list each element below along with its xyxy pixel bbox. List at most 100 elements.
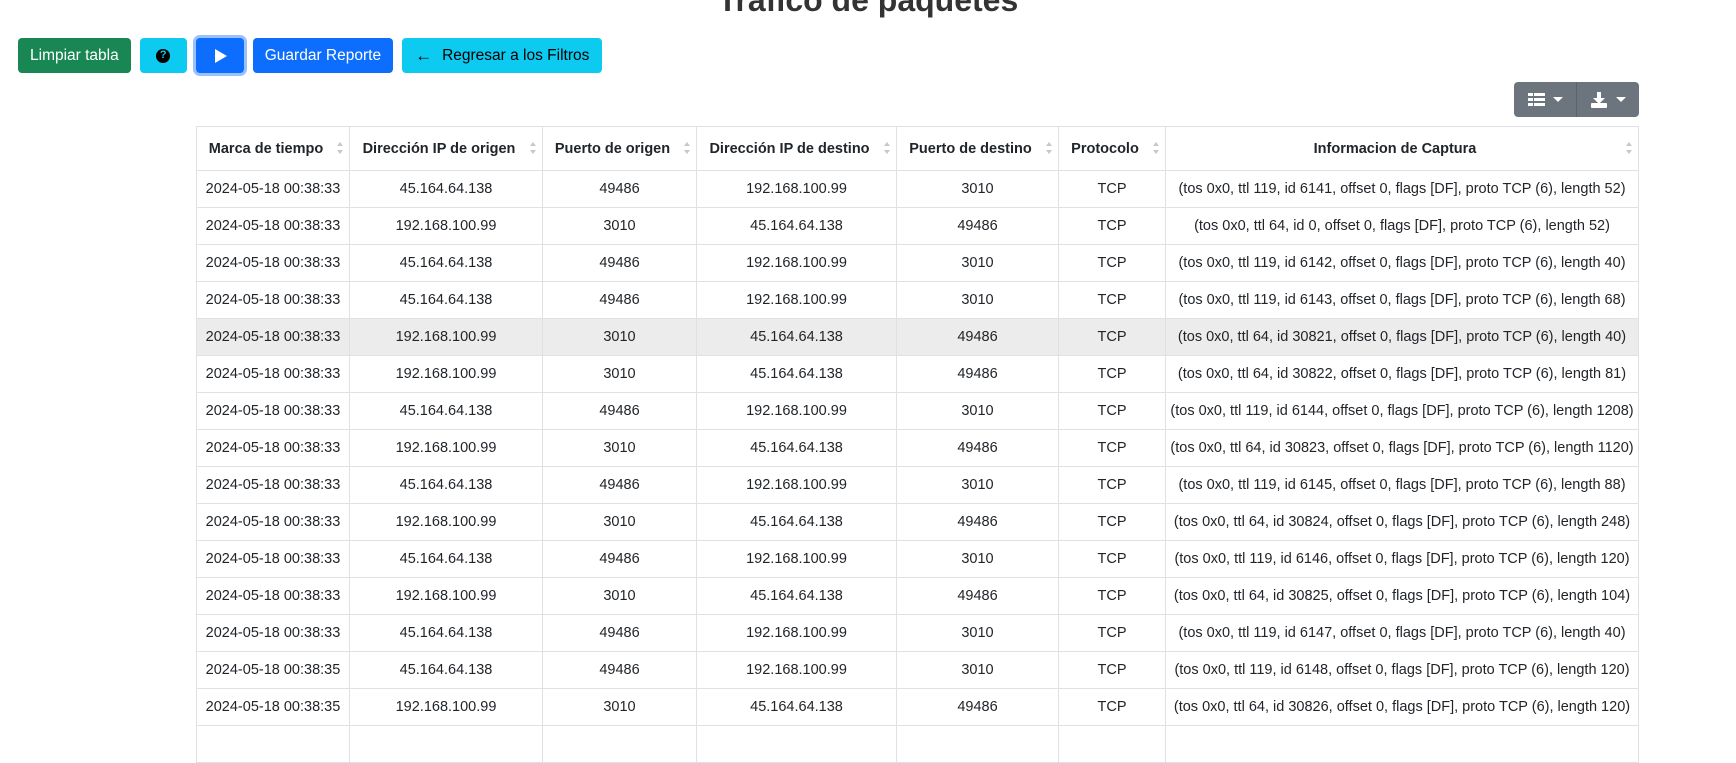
table-row[interactable]: 2024-05-18 00:38:33 192.168.100.99 3010 45.… — [196, 503, 1639, 541]
column-header[interactable]: Protocolo — [1058, 126, 1166, 171]
table-row[interactable]: 2024-05-18 00:38:33 45.164.64.138 49486 192… — [196, 244, 1639, 282]
clear-table-label: Limpiar tabla — [30, 46, 119, 64]
table-cell: (tos 0x0, ttl 119, id 6146, offset 0, fl… — [1165, 540, 1639, 578]
table-cell: 3010 — [542, 207, 697, 245]
table-cell: (tos 0x0, ttl 64, id 0, offset 0, flags … — [1165, 207, 1639, 245]
table-row[interactable]: 2024-05-18 00:38:33 192.168.100.99 3010 45.… — [196, 355, 1639, 393]
table-cell: 49486 — [542, 244, 697, 282]
table-row[interactable]: 2024-05-18 00:38:33 45.164.64.138 49486 192… — [196, 392, 1639, 430]
column-header-label: Marca de tiempo — [208, 140, 324, 157]
table-row[interactable]: 2024-05-18 00:38:33 45.164.64.138 49486 192… — [196, 614, 1639, 652]
table-cell: TCP — [1058, 355, 1166, 393]
table-cell: 192.168.100.99 — [349, 688, 543, 726]
table-cell: TCP — [1058, 207, 1166, 245]
table-cell: (tos 0x0, ttl 119, id 6144, offset 0, fl… — [1165, 392, 1639, 430]
table-cell: 45.164.64.138 — [349, 540, 543, 578]
table-cell: 49486 — [896, 577, 1059, 615]
table-cell: 49486 — [896, 355, 1059, 393]
table-cell: 2024-05-18 00:38:33 — [196, 466, 350, 504]
table-cell: TCP — [1058, 540, 1166, 578]
table-cell: (tos 0x0, ttl 64, id 30822, offset 0, fl… — [1165, 355, 1639, 393]
table-cell: 49486 — [542, 540, 697, 578]
table-cell: 2024-05-18 00:38:35 — [196, 688, 350, 726]
table-cell: (tos 0x0, ttl 64, id 30826, offset 0, fl… — [1165, 688, 1639, 726]
sort-icon — [1626, 142, 1632, 154]
table-cell: 45.164.64.138 — [349, 614, 543, 652]
table-row[interactable]: 2024-05-18 00:38:33 192.168.100.99 3010 45.… — [196, 429, 1639, 467]
table-cell: 45.164.64.138 — [696, 318, 897, 356]
sort-icon — [1153, 142, 1159, 154]
table-cell: 3010 — [542, 688, 697, 726]
table-cell: 49486 — [896, 207, 1059, 245]
help-button[interactable]: ? — [139, 38, 187, 73]
table-row[interactable]: 2024-05-18 00:38:33 192.168.100.99 3010 45.… — [196, 318, 1639, 356]
table-cell: 2024-05-18 00:38:33 — [196, 355, 350, 393]
table-cell — [349, 725, 543, 763]
table-header-row: Marca de tiempo Dirección IP de origen Pue… — [196, 126, 1639, 171]
column-header[interactable]: Dirección IP de origen — [349, 126, 543, 171]
table-cell: 2024-05-18 00:38:33 — [196, 577, 350, 615]
table-cell: 49486 — [542, 392, 697, 430]
table-cell: 49486 — [896, 429, 1059, 467]
table-cell: 45.164.64.138 — [349, 651, 543, 689]
table-cell: 3010 — [896, 281, 1059, 319]
table-cell — [896, 725, 1059, 763]
table-row[interactable] — [196, 725, 1639, 763]
clear-table-button[interactable]: Limpiar tabla — [18, 38, 131, 73]
table-cell: TCP — [1058, 503, 1166, 541]
table-cell: (tos 0x0, ttl 119, id 6141, offset 0, fl… — [1165, 170, 1639, 208]
table-cell: 2024-05-18 00:38:33 — [196, 429, 350, 467]
save-report-button[interactable]: Guardar Reporte — [252, 38, 394, 73]
table-cell: 3010 — [896, 651, 1059, 689]
table-cell: 49486 — [542, 281, 697, 319]
play-button[interactable] — [195, 38, 244, 73]
columns-dropdown-button[interactable] — [1514, 82, 1576, 117]
table-row[interactable]: 2024-05-18 00:38:33 45.164.64.138 49486 192… — [196, 540, 1639, 578]
column-header-label: Protocolo — [1071, 140, 1139, 157]
back-to-filters-label: Regresar a los Filtros — [442, 46, 590, 64]
chevron-down-icon — [1552, 97, 1563, 102]
table-row[interactable]: 2024-05-18 00:38:33 192.168.100.99 3010 45.… — [196, 207, 1639, 245]
table-body: 2024-05-18 00:38:33 45.164.64.138 49486 192… — [196, 170, 1639, 763]
chevron-down-icon — [1615, 97, 1626, 102]
table-cell: 3010 — [896, 244, 1059, 282]
table-cell: 2024-05-18 00:38:33 — [196, 318, 350, 356]
table-row[interactable]: 2024-05-18 00:38:35 45.164.64.138 49486 192… — [196, 651, 1639, 689]
table-cell: TCP — [1058, 170, 1166, 208]
back-to-filters-button[interactable]: ← Regresar a los Filtros — [402, 38, 603, 73]
table-row[interactable]: 2024-05-18 00:38:35 192.168.100.99 3010 45.… — [196, 688, 1639, 726]
table-cell — [696, 725, 897, 763]
play-icon — [214, 48, 227, 63]
column-header[interactable]: Informacion de Captura — [1165, 126, 1639, 171]
table-cell: 49486 — [542, 651, 697, 689]
table-cell — [196, 725, 350, 763]
table-cell: 192.168.100.99 — [696, 466, 897, 504]
column-header[interactable]: Dirección IP de destino — [696, 126, 897, 171]
table-cell: 192.168.100.99 — [696, 540, 897, 578]
sort-icon — [684, 142, 690, 154]
table-cell: 192.168.100.99 — [696, 614, 897, 652]
export-dropdown-button[interactable] — [1576, 82, 1639, 117]
save-report-label: Guardar Reporte — [264, 46, 382, 64]
sort-icon — [530, 142, 536, 154]
column-header[interactable]: Puerto de origen — [542, 126, 697, 171]
table-row[interactable]: 2024-05-18 00:38:33 192.168.100.99 3010 45.… — [196, 577, 1639, 615]
table-cell: 2024-05-18 00:38:33 — [196, 281, 350, 319]
table-cell: 3010 — [896, 466, 1059, 504]
column-header-label: Puerto de origen — [554, 140, 671, 157]
column-header[interactable]: Marca de tiempo — [196, 126, 350, 171]
table-cell: 192.168.100.99 — [349, 318, 543, 356]
sort-icon — [884, 142, 890, 154]
table-cell: TCP — [1058, 688, 1166, 726]
table-row[interactable]: 2024-05-18 00:38:33 45.164.64.138 49486 192… — [196, 170, 1639, 208]
column-header[interactable]: Puerto de destino — [896, 126, 1059, 171]
table-cell: (tos 0x0, ttl 119, id 6147, offset 0, fl… — [1165, 614, 1639, 652]
table-cell: 3010 — [542, 429, 697, 467]
table-cell: 2024-05-18 00:38:33 — [196, 244, 350, 282]
table-cell: 3010 — [542, 577, 697, 615]
table-row[interactable]: 2024-05-18 00:38:33 45.164.64.138 49486 192… — [196, 466, 1639, 504]
table-row[interactable]: 2024-05-18 00:38:33 45.164.64.138 49486 192… — [196, 281, 1639, 319]
table-cell: 192.168.100.99 — [349, 503, 543, 541]
table-cell: 45.164.64.138 — [696, 207, 897, 245]
table-cell: 45.164.64.138 — [696, 503, 897, 541]
